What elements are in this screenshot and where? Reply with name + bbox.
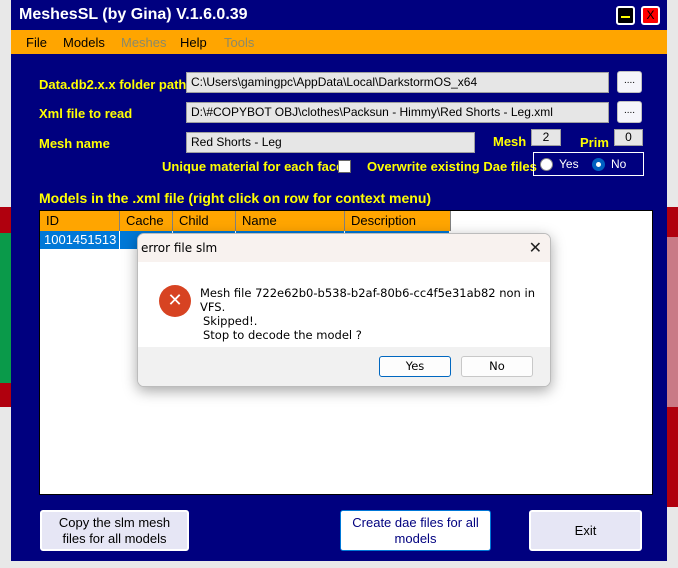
grid-header: ID Cache Child Name Description (40, 211, 451, 231)
close-icon: X (646, 8, 655, 22)
browse-data-folder-button[interactable]: .... (617, 71, 642, 93)
copy-slm-button[interactable]: Copy the slm mesh files for all models (40, 510, 189, 551)
data-folder-input[interactable]: C:\Users\gamingpc\AppData\Local\Darkstor… (186, 72, 609, 93)
unique-material-label: Unique material for each face (162, 159, 344, 174)
column-header-description[interactable]: Description (345, 211, 451, 231)
menu-file[interactable]: File (26, 35, 47, 50)
xml-file-label: Xml file to read (39, 106, 133, 121)
dialog-message-line3: Stop to decode the model ? (203, 328, 362, 342)
xml-file-input[interactable]: D:\#COPYBOT OBJ\clothes\Packsun - Himmy\… (186, 102, 609, 123)
menu-bar: File Models Meshes Help Tools (11, 30, 667, 54)
overwrite-radio-group: Yes No (533, 152, 644, 176)
overwrite-no-label[interactable]: No (611, 157, 626, 171)
overwrite-no-radio[interactable] (592, 158, 605, 171)
data-folder-label: Data.db2.x.x folder path (39, 77, 187, 92)
dialog-yes-button[interactable]: Yes (379, 356, 451, 377)
background-image-right (667, 207, 678, 507)
dialog-title: error file slm (141, 241, 218, 255)
unique-material-checkbox[interactable] (338, 160, 351, 173)
exit-button[interactable]: Exit (529, 510, 642, 551)
dialog-no-button[interactable]: No (461, 356, 533, 377)
dialog-footer: Yes No (138, 347, 550, 386)
background-figure (667, 237, 678, 407)
mesh-name-input[interactable]: Red Shorts - Leg (186, 132, 475, 153)
minimize-button[interactable] (616, 6, 635, 25)
mesh-count-value: 2 (531, 129, 561, 146)
cell-id: 1001451513 (40, 231, 120, 249)
overwrite-yes-label[interactable]: Yes (559, 157, 579, 171)
column-header-name[interactable]: Name (236, 211, 345, 231)
dialog-message: Mesh file 722e62b0-b538-b2af-80b6-cc4f5e… (200, 286, 550, 342)
column-header-child[interactable]: Child (173, 211, 236, 231)
window-title: MeshesSL (by Gina) V.1.6.0.39 (19, 6, 248, 23)
close-button[interactable]: X (641, 6, 660, 25)
mesh-name-label: Mesh name (39, 136, 110, 151)
column-header-cache[interactable]: Cache (120, 211, 173, 231)
exit-label: Exit (574, 522, 597, 538)
dialog-message-line1: Mesh file 722e62b0-b538-b2af-80b6-cc4f5e… (200, 286, 535, 314)
copy-slm-label-line2: files for all models (62, 530, 167, 546)
create-dae-button[interactable]: Create dae files for all models (340, 510, 491, 551)
create-dae-label-line2: models (394, 530, 437, 546)
error-icon: ✕ (159, 285, 191, 317)
dialog-title-bar: error file slm ✕ (138, 234, 550, 262)
prim-count-label: Prim (580, 135, 609, 150)
overwrite-yes-radio[interactable] (540, 158, 553, 171)
models-heading: Models in the .xml file (right click on … (39, 190, 432, 206)
menu-models[interactable]: Models (63, 35, 105, 50)
browse-xml-file-button[interactable]: .... (617, 101, 642, 123)
create-dae-label-line1: Create dae files for all (352, 514, 479, 530)
menu-meshes: Meshes (121, 35, 167, 50)
copy-slm-label-line1: Copy the slm mesh (58, 514, 171, 530)
minimize-icon (621, 16, 630, 18)
menu-tools: Tools (224, 35, 255, 50)
prim-count-value: 0 (614, 129, 643, 146)
dialog-message-line2: Skipped!. (203, 314, 258, 328)
dialog-close-icon[interactable]: ✕ (529, 238, 542, 257)
menu-help[interactable]: Help (180, 35, 207, 50)
overwrite-dae-label: Overwrite existing Dae files (367, 159, 537, 174)
error-dialog: error file slm ✕ ✕ Mesh file 722e62b0-b5… (137, 233, 551, 387)
column-header-id[interactable]: ID (40, 211, 120, 231)
mesh-count-label: Mesh (493, 134, 527, 149)
title-bar: MeshesSL (by Gina) V.1.6.0.39 X (11, 0, 667, 30)
